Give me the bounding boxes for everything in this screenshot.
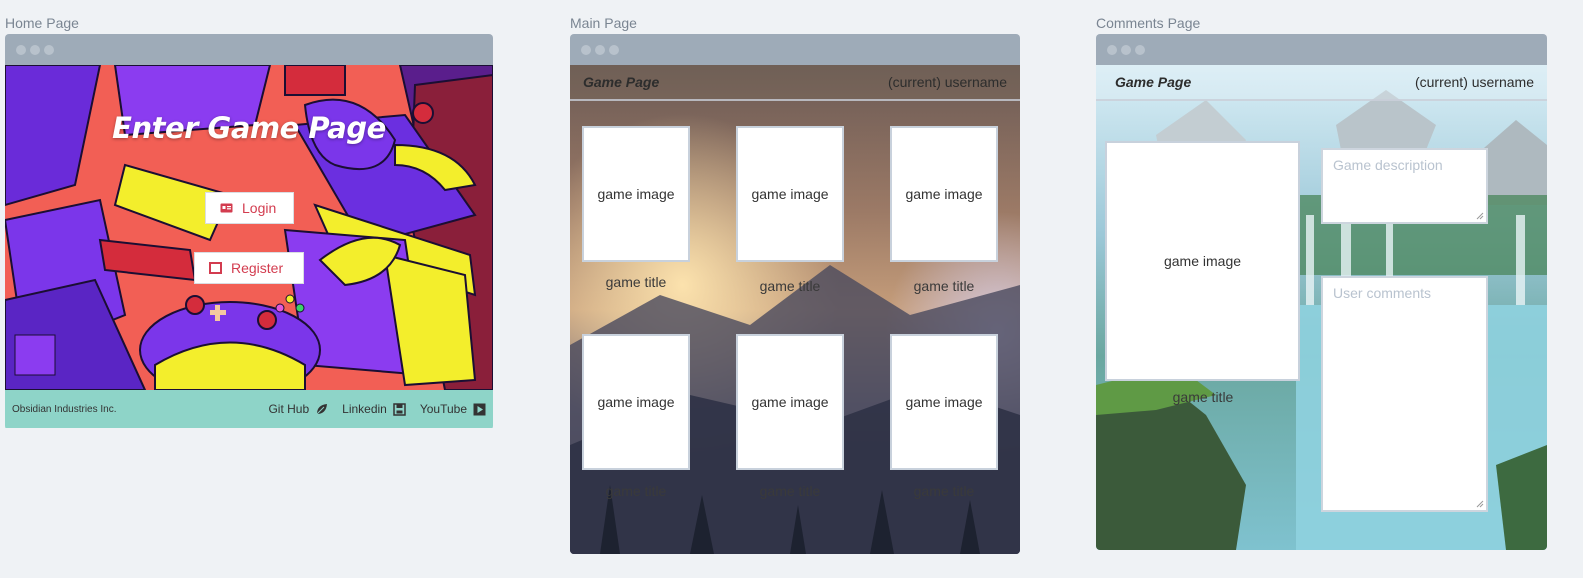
login-label: Login xyxy=(242,200,277,216)
window-titlebar xyxy=(570,34,1020,65)
user-comments-field[interactable]: User comments xyxy=(1321,276,1488,512)
book-icon xyxy=(209,262,222,274)
window-dot[interactable] xyxy=(609,44,619,55)
home-page-window: Enter Game Page Login Register Obsidian … xyxy=(5,34,493,430)
home-page-label: Home Page xyxy=(5,15,79,31)
id-card-icon xyxy=(220,203,233,213)
window-titlebar xyxy=(5,34,493,65)
linkedin-link[interactable]: Linkedin xyxy=(342,402,406,416)
window-dot[interactable] xyxy=(44,44,54,55)
game-title[interactable]: game title xyxy=(879,278,1009,294)
github-link[interactable]: Git Hub xyxy=(268,402,328,416)
game-image: game image xyxy=(751,394,829,410)
game-card[interactable]: game image xyxy=(582,334,690,470)
username-link[interactable]: (current) username xyxy=(1415,74,1534,90)
hero-heading: Enter Game Page xyxy=(112,111,386,145)
game-title[interactable]: game title xyxy=(571,274,701,290)
login-button[interactable]: Login xyxy=(205,192,294,224)
main-page-window: Game Page (current) username game image … xyxy=(570,34,1020,554)
window-dot[interactable] xyxy=(30,44,40,55)
brand-link[interactable]: Game Page xyxy=(1115,74,1191,90)
game-title[interactable]: game title xyxy=(725,483,855,499)
resize-handle-icon[interactable] xyxy=(1476,212,1484,220)
window-dot[interactable] xyxy=(16,44,26,55)
game-image: game image xyxy=(905,394,983,410)
game-description-field[interactable]: Game description xyxy=(1321,148,1488,224)
game-image: game image xyxy=(597,186,675,202)
game-image: game image xyxy=(905,186,983,202)
game-image-panel: game image xyxy=(1105,141,1300,381)
linkedin-label: Linkedin xyxy=(342,402,387,416)
hero-banner: Enter Game Page Login Register xyxy=(5,65,493,390)
youtube-link[interactable]: YouTube xyxy=(420,402,486,416)
game-image: game image xyxy=(597,394,675,410)
resize-handle-icon[interactable] xyxy=(1476,500,1484,508)
brand-link[interactable]: Game Page xyxy=(583,74,659,90)
window-dot[interactable] xyxy=(1135,44,1145,55)
window-titlebar xyxy=(1096,34,1547,65)
comments-header: Game Page (current) username xyxy=(1096,65,1547,101)
leaf-icon xyxy=(316,403,328,414)
main-header: Game Page (current) username xyxy=(570,65,1020,101)
game-title[interactable]: game title xyxy=(879,483,1009,499)
company-name: Obsidian Industries Inc. xyxy=(12,403,117,415)
window-dot[interactable] xyxy=(581,44,591,55)
game-title[interactable]: game title xyxy=(725,278,855,294)
game-card[interactable]: game image xyxy=(736,126,844,262)
game-title[interactable]: game title xyxy=(571,483,701,499)
window-dot[interactable] xyxy=(1107,44,1117,55)
comments-page-window: Game Page (current) username game image … xyxy=(1096,34,1547,550)
game-image: game image xyxy=(751,186,829,202)
comments-page-label: Comments Page xyxy=(1096,15,1201,31)
username-link[interactable]: (current) username xyxy=(888,74,1007,90)
register-button[interactable]: Register xyxy=(194,252,304,284)
game-card[interactable]: game image xyxy=(582,126,690,262)
user-comments-placeholder: User comments xyxy=(1333,285,1432,301)
window-dot[interactable] xyxy=(595,44,605,55)
site-footer: Obsidian Industries Inc. Git Hub Linkedi… xyxy=(5,390,493,428)
github-label: Git Hub xyxy=(268,402,310,416)
game-description-placeholder: Game description xyxy=(1333,157,1443,173)
game-card[interactable]: game image xyxy=(890,126,998,262)
game-image: game image xyxy=(1163,253,1242,269)
register-label: Register xyxy=(231,260,284,276)
game-card[interactable]: game image xyxy=(890,334,998,470)
main-content: Game Page (current) username game image … xyxy=(570,65,1020,554)
youtube-label: YouTube xyxy=(419,402,467,416)
save-icon xyxy=(393,402,406,416)
play-icon xyxy=(473,403,486,415)
game-title: game title xyxy=(1172,389,1234,405)
comments-content: Game Page (current) username game image … xyxy=(1096,65,1547,550)
window-dot[interactable] xyxy=(1121,44,1131,55)
game-card[interactable]: game image xyxy=(736,334,844,470)
main-page-label: Main Page xyxy=(570,15,637,31)
